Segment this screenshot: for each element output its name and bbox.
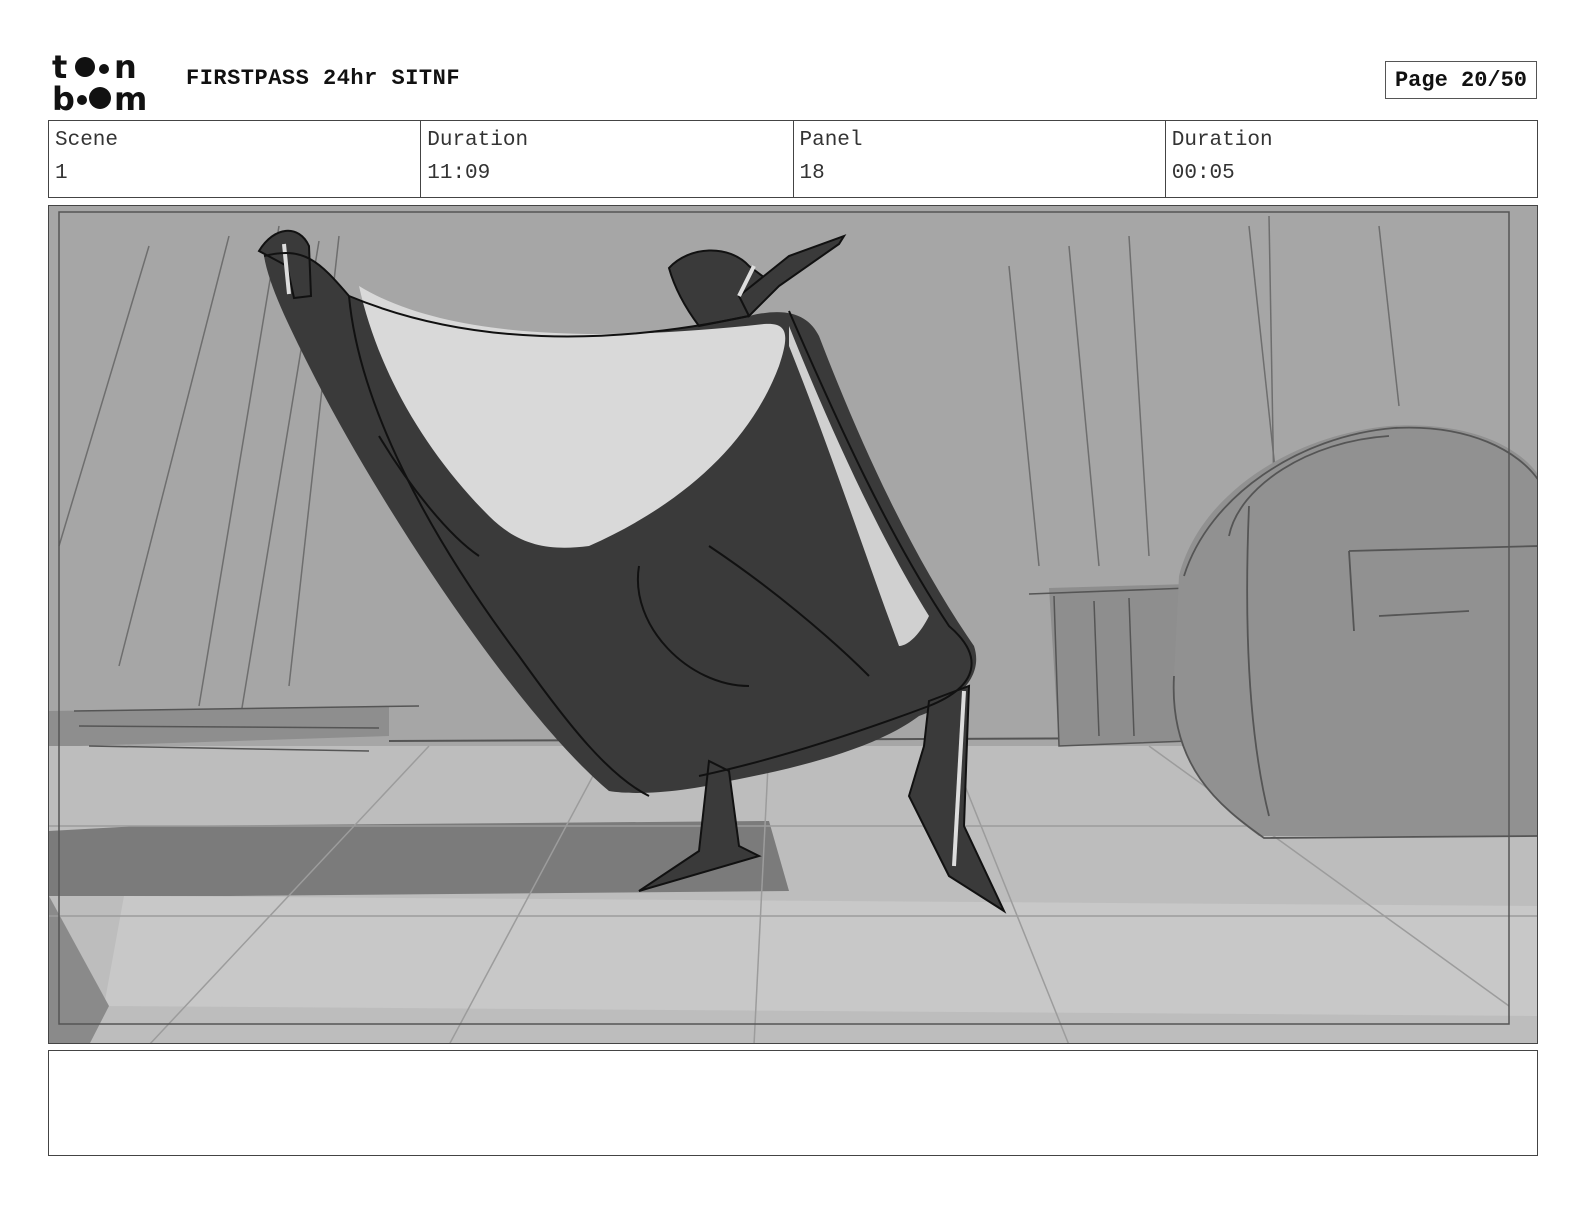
svg-text:m: m: [114, 80, 147, 112]
scene-label: Scene: [55, 129, 119, 152]
scene-duration-label: Duration: [427, 129, 529, 152]
panel-duration-label: Duration: [1171, 129, 1273, 152]
panel-info-grid: Scene 1 Duration 11:09 Panel 18 Duration…: [48, 120, 1538, 198]
page-counter: Page 20/50: [1385, 61, 1537, 99]
panel-value: 18: [799, 162, 825, 185]
panel-duration-cell: Duration 00:05: [1166, 121, 1537, 197]
project-title: FIRSTPASS 24hr SITNF: [186, 66, 461, 91]
panel-notes: [48, 1050, 1538, 1156]
svg-text:b: b: [52, 80, 75, 112]
scene-value: 1: [55, 162, 68, 185]
scene-duration-value: 11:09: [427, 162, 491, 185]
storyboard-sketch-icon: [49, 206, 1537, 1043]
toonboom-logo-icon: t n b m: [52, 50, 147, 112]
storyboard-panel: [48, 205, 1538, 1044]
scene-cell: Scene 1: [49, 121, 422, 197]
panel-duration-value: 00:05: [1171, 162, 1235, 185]
scene-duration-cell: Duration 11:09: [421, 121, 794, 197]
panel-label: Panel: [799, 129, 863, 152]
panel-cell: Panel 18: [794, 121, 1166, 197]
